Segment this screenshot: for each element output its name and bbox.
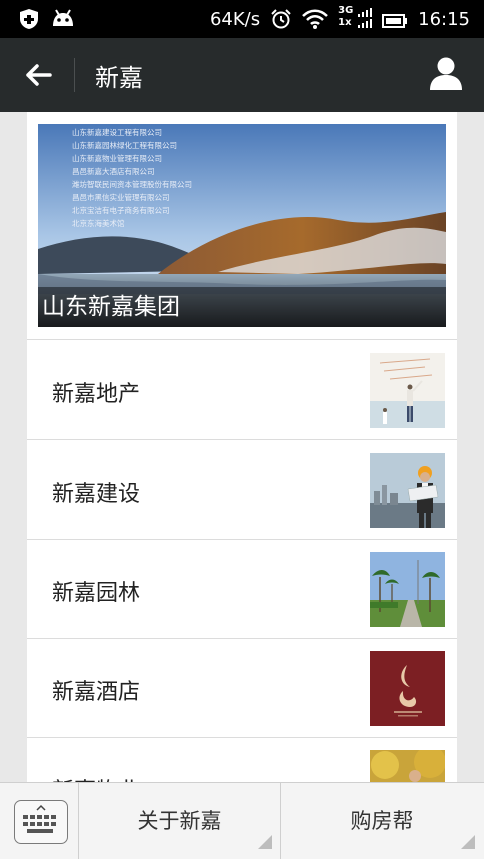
status-bar: 64K/s 3G 1x 16:15 <box>0 0 484 38</box>
banner-company-line: 北京东海美术馆 <box>72 219 125 228</box>
menu-item-hotel[interactable]: 新嘉酒店 <box>27 638 457 738</box>
realestate-thumbnail <box>370 353 445 428</box>
banner-company-line: 北京宝洁有电子商务有限公司 <box>72 206 170 215</box>
alarm-icon <box>270 8 292 30</box>
menu-item-label: 新嘉园林 <box>52 581 141 606</box>
banner-company-line: 山东新嘉建设工程有限公司 <box>72 128 162 137</box>
wifi-icon <box>302 8 329 30</box>
shield-icon <box>18 8 40 30</box>
menu-item-label: 新嘉建设 <box>52 482 141 507</box>
network-type-top: 3G <box>338 5 354 16</box>
banner-company-list: 山东新嘉建设工程有限公司 山东新嘉园林绿化工程有限公司 山东新嘉物业管理有限公司… <box>72 126 192 230</box>
construction-thumbnail <box>370 453 445 528</box>
keyboard-toggle[interactable] <box>0 783 79 859</box>
signal-icon: 3G 1x <box>338 5 373 30</box>
submenu-indicator-icon <box>258 835 272 849</box>
content-area: 山东新嘉建设工程有限公司 山东新嘉园林绿化工程有限公司 山东新嘉物业管理有限公司… <box>27 112 457 782</box>
menu-item-label: 新嘉地产 <box>52 382 141 407</box>
banner-company-line: 山东新嘉园林绿化工程有限公司 <box>72 141 177 150</box>
keyboard-icon <box>14 800 68 844</box>
page-title: 新嘉 <box>95 64 143 92</box>
menu-item-label: 新嘉物业 <box>52 773 140 782</box>
back-button[interactable] <box>20 56 58 94</box>
profile-button[interactable] <box>426 54 466 94</box>
user-icon <box>430 57 462 90</box>
network-type-bottom: 1x <box>338 17 352 28</box>
title-bar: 新嘉 <box>0 38 484 112</box>
network-speed: 64K/s <box>209 8 261 30</box>
property-thumbnail <box>370 750 445 782</box>
menu-item-realestate[interactable]: 新嘉地产 <box>27 340 457 440</box>
arrow-left-icon <box>26 64 52 86</box>
menu-item-landscaping[interactable]: 新嘉园林 <box>27 539 457 639</box>
banner-company-line: 昌邑市黑信实业管理有限公司 <box>72 193 170 202</box>
battery-icon <box>382 12 408 28</box>
menu-item-property[interactable]: 新嘉物业 <box>27 737 457 782</box>
tab-about-label: 关于新嘉 <box>137 809 222 833</box>
banner-caption: 山东新嘉集团 <box>38 287 446 327</box>
tab-purchase-help-label: 购房帮 <box>350 809 414 833</box>
tab-about[interactable]: 关于新嘉 <box>79 783 281 859</box>
landscaping-thumbnail <box>370 552 445 627</box>
bottom-menu-bar: 关于新嘉 购房帮 <box>0 782 484 859</box>
submenu-indicator-icon <box>461 835 475 849</box>
menu-item-label: 新嘉酒店 <box>52 680 141 705</box>
android-icon <box>50 8 76 30</box>
menu-item-construction[interactable]: 新嘉建设 <box>27 440 457 540</box>
clock: 16:15 <box>418 8 470 30</box>
banner-company-line: 潍坊智联民间资本管理股份有限公司 <box>72 180 192 189</box>
banner[interactable]: 山东新嘉建设工程有限公司 山东新嘉园林绿化工程有限公司 山东新嘉物业管理有限公司… <box>38 124 446 327</box>
banner-company-line: 昌邑新嘉大酒店有限公司 <box>72 167 155 176</box>
banner-company-line: 山东新嘉物业管理有限公司 <box>72 154 162 163</box>
tab-purchase-help[interactable]: 购房帮 <box>281 783 483 859</box>
hotel-thumbnail <box>370 651 445 726</box>
title-divider <box>74 58 75 92</box>
